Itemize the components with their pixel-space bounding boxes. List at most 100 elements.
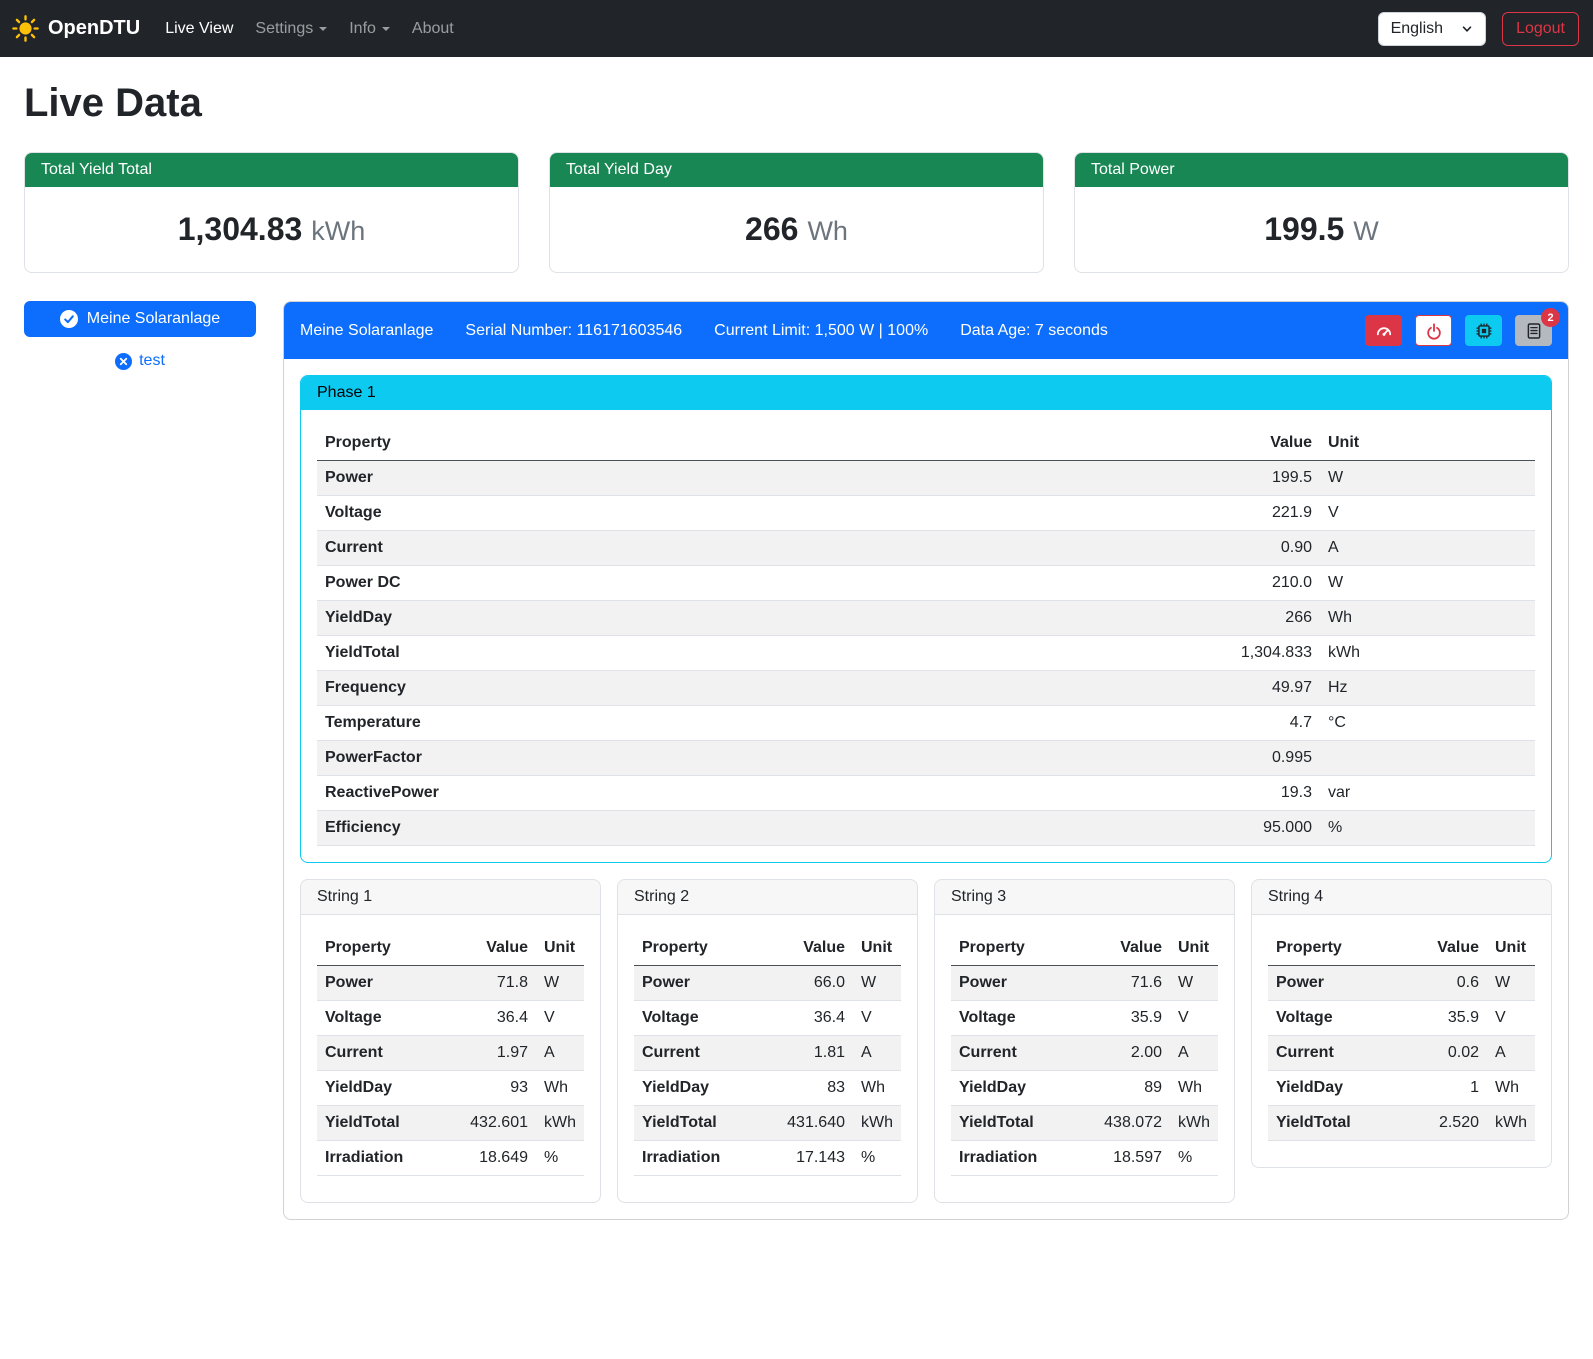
string-card-body: Property Value Unit Power71.8WVoltage36.… (301, 915, 600, 1202)
value-cell: 2.520 (1403, 1106, 1487, 1141)
unit-column-header: Unit (536, 931, 584, 966)
value-cell: 83 (769, 1071, 853, 1106)
table-row: Voltage221.9V (317, 496, 1535, 531)
table-row: Irradiation18.649% (317, 1141, 584, 1176)
unit-cell: kWh (1487, 1106, 1535, 1141)
prop-cell: YieldDay (634, 1071, 769, 1106)
string-card-body: Property Value Unit Power71.6WVoltage35.… (935, 915, 1234, 1202)
prop-cell: Irradiation (951, 1141, 1086, 1176)
property-column-header: Property (317, 426, 1180, 461)
string-table-body: Power0.6WVoltage35.9VCurrent0.02AYieldDa… (1268, 966, 1535, 1141)
prop-cell: YieldTotal (634, 1106, 769, 1141)
string-card-title: String 2 (618, 880, 917, 915)
event-log-button[interactable]: 2 (1515, 315, 1552, 346)
value-cell: 4.7 (1180, 706, 1320, 741)
unit-cell: % (1320, 811, 1535, 846)
unit-cell: Wh (853, 1071, 901, 1106)
prop-cell: ReactivePower (317, 776, 1180, 811)
power-button[interactable] (1415, 315, 1452, 346)
string-table: Property Value Unit Power71.6WVoltage35.… (951, 931, 1218, 1176)
table-row: YieldDay89Wh (951, 1071, 1218, 1106)
inverter-data-age: Data Age: 7 seconds (960, 322, 1108, 340)
check-circle-icon (60, 310, 78, 328)
chevron-down-icon (382, 27, 390, 31)
logout-button[interactable]: Logout (1502, 12, 1579, 46)
nav-item-live-view[interactable]: Live View (154, 12, 244, 46)
string-table: Property Value Unit Power66.0WVoltage36.… (634, 931, 901, 1176)
value-cell: 89 (1086, 1071, 1170, 1106)
phase-1-card: Phase 1 Property Value Unit Power199.5WV… (300, 375, 1552, 863)
string-card-title: String 1 (301, 880, 600, 915)
prop-cell: YieldDay (317, 601, 1180, 636)
string-table-body: Power71.6WVoltage35.9VCurrent2.00AYieldD… (951, 966, 1218, 1176)
unit-cell: Wh (536, 1071, 584, 1106)
nav-item-label: Settings (255, 20, 313, 38)
value-cell: 199.5 (1180, 461, 1320, 496)
nav-item-settings[interactable]: Settings (244, 12, 338, 46)
unit-column-header: Unit (1320, 426, 1535, 461)
total-yield-day-card: Total Yield Day 266Wh (549, 152, 1044, 273)
prop-cell: Efficiency (317, 811, 1180, 846)
table-row: Temperature4.7°C (317, 706, 1535, 741)
inverter-actions: 2 (1365, 315, 1552, 346)
phase-card-title: Phase 1 (301, 376, 1551, 410)
unit-column-header: Unit (1170, 931, 1218, 966)
unit-cell: var (1320, 776, 1535, 811)
string-card-body: Property Value Unit Power0.6WVoltage35.9… (1252, 915, 1551, 1167)
inverter-name: Meine Solaranlage (300, 322, 433, 340)
test-inverter-link[interactable]: test (24, 352, 256, 370)
table-row: YieldDay93Wh (317, 1071, 584, 1106)
table-row: Voltage36.4V (634, 1001, 901, 1036)
speedometer-icon (1375, 322, 1393, 340)
inverter-panel-body: Phase 1 Property Value Unit Power199.5WV… (284, 359, 1568, 1219)
prop-cell: YieldDay (1268, 1071, 1403, 1106)
language-select[interactable]: English (1378, 12, 1486, 46)
card-value: 1,304.83 (178, 211, 303, 247)
brand[interactable]: OpenDTU (12, 15, 140, 42)
unit-cell: A (536, 1036, 584, 1071)
string-card-title: String 4 (1252, 880, 1551, 915)
value-cell: 1.81 (769, 1036, 853, 1071)
table-row: Power DC210.0W (317, 566, 1535, 601)
table-row: Frequency49.97Hz (317, 671, 1535, 706)
value-cell: 210.0 (1180, 566, 1320, 601)
string-4-card: String 4 Property Value Unit (1251, 879, 1552, 1168)
prop-cell: Temperature (317, 706, 1180, 741)
value-cell: 95.000 (1180, 811, 1320, 846)
prop-cell: Irradiation (634, 1141, 769, 1176)
inverter-current-limit: Current Limit: 1,500 W | 100% (714, 322, 928, 340)
limit-settings-button[interactable] (1365, 315, 1402, 346)
unit-cell: V (853, 1001, 901, 1036)
inverter-panel-header: Meine Solaranlage Serial Number: 1161716… (284, 302, 1568, 359)
total-yield-total-card: Total Yield Total 1,304.83kWh (24, 152, 519, 273)
page-title: Live Data (24, 81, 1569, 126)
value-cell: 0.02 (1403, 1036, 1487, 1071)
string-table-body: Power71.8WVoltage36.4VCurrent1.97AYieldD… (317, 966, 584, 1176)
inverter-select-button[interactable]: Meine Solaranlage (24, 301, 256, 337)
value-cell: 35.9 (1086, 1001, 1170, 1036)
prop-cell: Current (317, 1036, 452, 1071)
inverter-serial: Serial Number: 116171603546 (465, 322, 682, 340)
table-row: YieldTotal438.072kWh (951, 1106, 1218, 1141)
nav-item-info[interactable]: Info (338, 12, 401, 46)
prop-cell: Voltage (1268, 1001, 1403, 1036)
device-info-button[interactable] (1465, 315, 1502, 346)
unit-cell: kWh (1320, 636, 1535, 671)
unit-column-header: Unit (853, 931, 901, 966)
string-card-body: Property Value Unit Power66.0WVoltage36.… (618, 915, 917, 1202)
nav-item-about[interactable]: About (401, 12, 465, 46)
value-cell: 0.90 (1180, 531, 1320, 566)
string-table: Property Value Unit Power71.8WVoltage36.… (317, 931, 584, 1176)
x-circle-icon (115, 353, 132, 370)
navbar-right: English Logout (1378, 12, 1579, 46)
value-cell: 36.4 (769, 1001, 853, 1036)
table-row: Current0.90A (317, 531, 1535, 566)
unit-cell: A (1170, 1036, 1218, 1071)
prop-cell: Power (317, 966, 452, 1001)
value-cell: 93 (452, 1071, 536, 1106)
unit-cell: Wh (1170, 1071, 1218, 1106)
table-row: Power199.5W (317, 461, 1535, 496)
unit-cell: V (536, 1001, 584, 1036)
table-row: Voltage35.9V (1268, 1001, 1535, 1036)
table-head: Property Value Unit (951, 931, 1218, 966)
